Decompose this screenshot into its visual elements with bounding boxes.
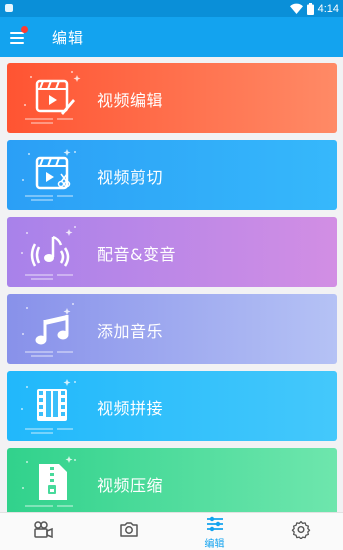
camera-icon [119,522,138,537]
card-label: 视频剪切 [97,168,164,187]
video-edit-icon [24,71,81,124]
bottom-nav: 编辑 [0,512,343,550]
dubbing-music-icon [21,226,76,280]
gear-icon [291,520,310,539]
card-video-compress[interactable]: 视频压缩 [7,448,337,518]
card-label: 添加音乐 [97,322,164,341]
card-add-music[interactable]: 添加音乐 [7,294,337,364]
notification-square-icon [5,4,13,12]
status-icons: 4:14 [289,1,339,16]
app-bar: 编辑 [0,17,343,57]
card-video-cut[interactable]: 视频剪切 [7,140,337,210]
wifi-icon [289,3,303,14]
page-title: 编辑 [52,29,85,47]
music-note-icon [22,303,74,357]
battery-icon [306,2,314,15]
sliders-icon [206,516,223,532]
card-video-merge[interactable]: 视频拼接 [7,371,337,441]
compress-file-icon [22,456,76,507]
nav-item-settings[interactable] [258,513,343,550]
status-time: 4:14 [317,2,339,15]
card-label: 视频拼接 [97,399,164,418]
feature-card-list: 视频编辑 视频剪切 配音&变音 添加音乐 视频拼接 视频压缩 [0,57,343,518]
hamburger-menu-icon[interactable] [10,26,30,47]
nav-item-video[interactable] [0,513,85,550]
card-dubbing[interactable]: 配音&变音 [7,217,337,287]
nav-item-camera[interactable] [86,513,171,550]
nav-item-edit[interactable]: 编辑 [172,513,257,550]
card-label: 视频编辑 [97,91,164,110]
video-cut-icon [22,149,76,201]
nav-label-edit: 编辑 [204,539,225,550]
status-bar: 4:14 [0,0,343,17]
film-strip-icon [21,379,76,434]
notification-dot [21,26,28,33]
card-video-edit[interactable]: 视频编辑 [7,63,337,133]
video-camera-icon [33,521,53,538]
card-label: 配音&变音 [97,245,176,264]
card-label: 视频压缩 [97,476,164,495]
